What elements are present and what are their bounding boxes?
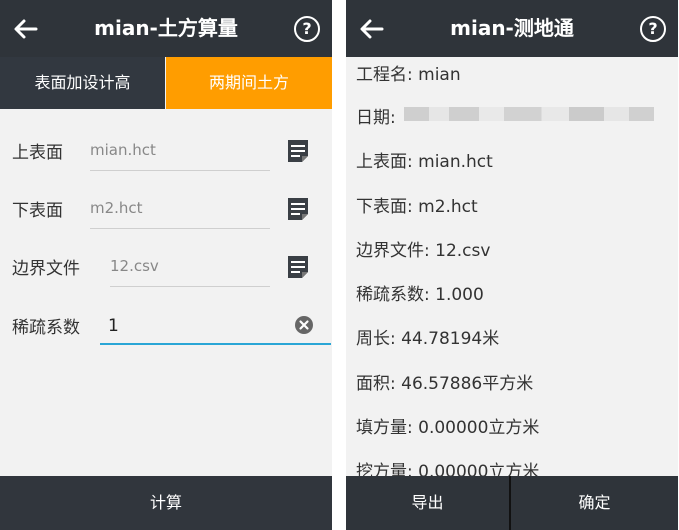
lower-surface-row: 下表面 m2.hct [0,178,332,236]
top-bar: mian-测地通 ? [346,0,678,57]
result-screen: mian-测地通 ? 工程名: mian 日期: 上表面: mian.hct 下… [346,0,678,530]
file-picker-icon[interactable] [286,254,310,280]
lower-surface-label: 下表面 [12,201,63,221]
top-bar: mian-土方算量 ? [0,0,332,57]
upper-surface-label: 上表面 [12,143,63,163]
date-value-redacted [404,107,654,121]
lower-surface-field[interactable]: m2.hct [90,188,270,229]
upper-surface-field[interactable]: mian.hct [90,130,270,171]
date-line: 日期: [356,108,396,128]
bottom-bar: 计算 [0,476,332,530]
tab-two-period-earthwork[interactable]: 两期间土方 [166,57,332,109]
boundary-file-label: 边界文件 [12,259,80,279]
calculate-button[interactable]: 计算 [0,476,332,530]
lower-surface-line: 下表面: m2.hct [356,197,478,217]
help-icon[interactable]: ? [640,16,666,42]
help-icon[interactable]: ? [294,16,320,42]
page-title: mian-测地通 [450,16,574,40]
upper-surface-row: 上表面 mian.hct [0,120,332,178]
boundary-file-row: 边界文件 12.csv [0,236,332,294]
density-label: 稀疏系数 [12,318,80,338]
clear-icon[interactable] [294,315,314,335]
density-line: 稀疏系数: 1.000 [356,285,484,305]
page-title: mian-土方算量 [94,16,238,40]
export-button[interactable]: 导出 [346,476,509,530]
file-picker-icon[interactable] [286,196,310,222]
density-row: 稀疏系数 [0,305,332,345]
project-name-line: 工程名: mian [356,65,461,85]
boundary-file-field[interactable]: 12.csv [110,246,270,287]
area-line: 面积: 46.57886平方米 [356,374,534,394]
file-picker-icon[interactable] [286,138,310,164]
tab-surface-plus-design-height[interactable]: 表面加设计高 [0,57,165,109]
perimeter-line: 周长: 44.78194米 [356,329,500,349]
bottom-bar: 导出 确定 [346,476,678,530]
boundary-file-line: 边界文件: 12.csv [356,241,491,261]
earthwork-calc-screen: mian-土方算量 ? 表面加设计高 两期间土方 上表面 mian.hct 下表… [0,0,332,530]
confirm-button[interactable]: 确定 [511,476,678,530]
fill-volume-line: 填方量: 0.00000立方米 [356,418,540,438]
tab-bar: 表面加设计高 两期间土方 [0,57,332,109]
upper-surface-line: 上表面: mian.hct [356,152,493,172]
